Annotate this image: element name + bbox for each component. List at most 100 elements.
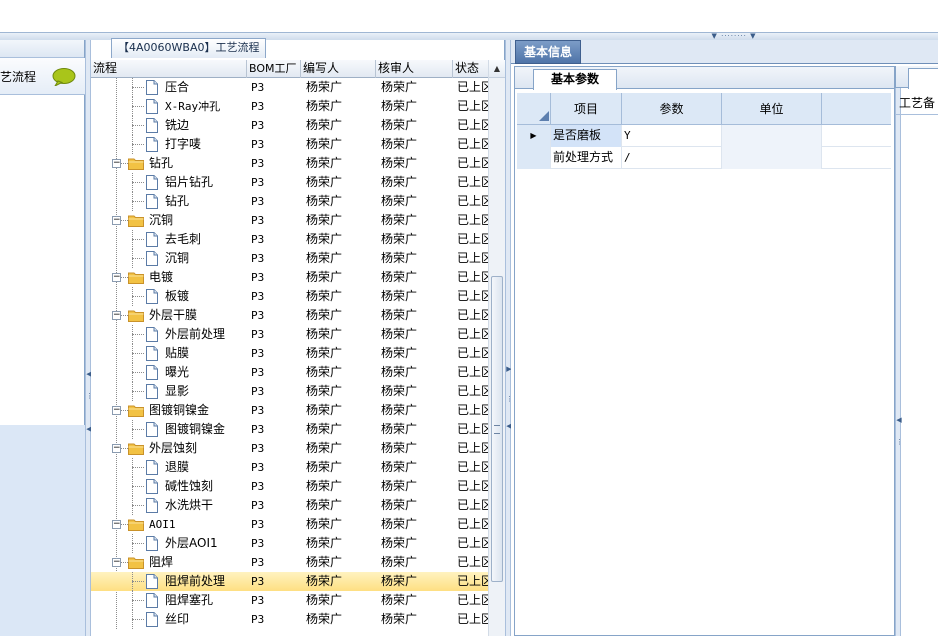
params-row[interactable]: ▶ 是否磨板 Y [517, 125, 891, 147]
tree-node-label: 退膜 [165, 460, 190, 474]
param-unit[interactable] [722, 147, 822, 169]
scroll-thumb[interactable] [491, 276, 503, 582]
collapse-toggle-icon[interactable]: − [112, 273, 121, 282]
collapse-toggle-icon[interactable]: − [112, 406, 121, 415]
tree-row[interactable]: − 图镀铜镍金 P3 杨荣广 杨荣广 已上区 [91, 401, 488, 420]
tab-basic-params[interactable]: 基本参数 [533, 69, 617, 90]
tree-node-label: 沉铜 [149, 213, 174, 227]
scroll-up-arrow-icon[interactable]: ▲ [489, 60, 505, 78]
top-blank-area [0, 0, 938, 32]
tree-row[interactable]: 贴膜 P3 杨荣广 杨荣广 已上区 [91, 344, 488, 363]
tree-row[interactable]: 水洗烘干 P3 杨荣广 杨荣广 已上区 [91, 496, 488, 515]
tree-row[interactable]: − 电镀 P3 杨荣广 杨荣广 已上区 [91, 268, 488, 287]
tree-vertical-scrollbar[interactable]: ▲ [488, 60, 505, 636]
tree-connector-line [132, 619, 144, 620]
tree-row[interactable]: 外层前处理 P3 杨荣广 杨荣广 已上区 [91, 325, 488, 344]
tab-notes[interactable] [908, 68, 938, 89]
column-header-param[interactable]: 参数 [622, 93, 722, 125]
reviewer-cell: 杨荣广 [381, 327, 418, 341]
reviewer-cell: 杨荣广 [381, 251, 418, 265]
writer-cell: 杨荣广 [306, 555, 343, 569]
tree-row[interactable]: 沉铜 P3 杨荣广 杨荣广 已上区 [91, 249, 488, 268]
tree-connector-line [132, 600, 144, 601]
writer-cell: 杨荣广 [306, 365, 343, 379]
collapse-toggle-icon[interactable]: − [112, 216, 121, 225]
tree-row[interactable]: − 阻焊 P3 杨荣广 杨荣广 已上区 [91, 553, 488, 572]
writer-cell: 杨荣广 [306, 479, 343, 493]
params-row[interactable]: 前处理方式 / [517, 147, 891, 169]
tree-node-label: 碱性蚀刻 [165, 479, 214, 493]
tree-row[interactable]: 压合 P3 杨荣广 杨荣广 已上区 [91, 78, 488, 97]
tree-row[interactable]: X-Ray冲孔 P3 杨荣广 杨荣广 已上区 [91, 97, 488, 116]
column-header-status[interactable]: 状态 [453, 60, 488, 78]
reviewer-cell: 杨荣广 [381, 270, 418, 284]
tree-row[interactable]: 铣边 P3 杨荣广 杨荣广 已上区 [91, 116, 488, 135]
tree-connector-line [132, 543, 144, 544]
tree-row[interactable]: − 钻孔 P3 杨荣广 杨荣广 已上区 [91, 154, 488, 173]
tree-row[interactable]: 显影 P3 杨荣广 杨荣广 已上区 [91, 382, 488, 401]
writer-cell: 杨荣广 [306, 422, 343, 436]
left-tab-process-flow[interactable]: 艺流程 [0, 58, 85, 95]
notes-label: 工艺备 [899, 96, 936, 110]
tree-row[interactable]: 钻孔 P3 杨荣广 杨荣广 已上区 [91, 192, 488, 211]
tree-row[interactable]: − AOI1 P3 杨荣广 杨荣广 已上区 [91, 515, 488, 534]
column-header-bom[interactable]: BOM工厂 [247, 60, 301, 78]
folder-icon [128, 310, 144, 322]
document-icon [146, 536, 158, 551]
tree-node-label: 铝片钻孔 [165, 175, 214, 189]
collapse-toggle-icon[interactable]: − [112, 444, 121, 453]
tree-connector-line [132, 467, 144, 468]
tree-row[interactable]: 图镀铜镍金 P3 杨荣广 杨荣广 已上区 [91, 420, 488, 439]
params-container: 基本参数 项目 参数 单位 ▶ 是否磨板 Y 前处理方式 / [514, 66, 895, 636]
tree-row[interactable]: 打字唛 P3 杨荣广 杨荣广 已上区 [91, 135, 488, 154]
tree-panel-tab[interactable]: 【4A0060WBA0】工艺流程 [111, 38, 267, 58]
reviewer-cell: 杨荣广 [381, 460, 418, 474]
tree-row[interactable]: 曝光 P3 杨荣广 杨荣广 已上区 [91, 363, 488, 382]
writer-cell: 杨荣广 [306, 213, 343, 227]
status-cell: 已上区 [457, 517, 488, 531]
tree-node-label: 铣边 [165, 118, 190, 132]
tree-row[interactable]: 阻焊前处理 P3 杨荣广 杨荣广 已上区 [91, 572, 488, 591]
tree-node-label: 沉铜 [165, 251, 190, 265]
param-item[interactable]: 是否磨板 [551, 125, 622, 147]
param-item[interactable]: 前处理方式 [551, 147, 622, 169]
tree-node-label: 钻孔 [149, 156, 174, 170]
left-tab-label: 艺流程 [0, 70, 37, 84]
param-unit[interactable] [722, 125, 822, 147]
right-splitter[interactable]: ◀ ⋮ [895, 66, 903, 636]
writer-cell: 杨荣广 [306, 308, 343, 322]
column-header-writer[interactable]: 编写人 [301, 60, 376, 78]
tree-row[interactable]: 丝印 P3 杨荣广 杨荣广 已上区 [91, 610, 488, 629]
tree-row[interactable]: 退膜 P3 杨荣广 杨荣广 已上区 [91, 458, 488, 477]
column-header-process[interactable]: 流程 [91, 60, 247, 78]
tab-basic-info[interactable]: 基本信息 [515, 40, 581, 64]
bom-cell: P3 [251, 290, 265, 303]
tree-row[interactable]: 碱性蚀刻 P3 杨荣广 杨荣广 已上区 [91, 477, 488, 496]
tree-row[interactable]: − 外层干膜 P3 杨荣广 杨荣广 已上区 [91, 306, 488, 325]
tree-connector-line [132, 182, 144, 183]
top-splitter-grip[interactable]: ▼ ········ ▼ [702, 33, 766, 40]
status-cell: 已上区 [457, 574, 488, 588]
tree-row[interactable]: 铝片钻孔 P3 杨荣广 杨荣广 已上区 [91, 173, 488, 192]
tree-row[interactable]: 外层AOI1 P3 杨荣广 杨荣广 已上区 [91, 534, 488, 553]
param-value[interactable]: / [622, 147, 722, 169]
splitter-arrow-icon: ◀ [896, 416, 902, 424]
writer-cell: 杨荣广 [306, 536, 343, 550]
tree-row[interactable]: − 外层蚀刻 P3 杨荣广 杨荣广 已上区 [91, 439, 488, 458]
writer-cell: 杨荣广 [306, 270, 343, 284]
tree-row[interactable]: 阻焊塞孔 P3 杨荣广 杨荣广 已上区 [91, 591, 488, 610]
column-header-unit[interactable]: 单位 [722, 93, 822, 125]
collapse-toggle-icon[interactable]: − [112, 558, 121, 567]
status-cell: 已上区 [457, 365, 488, 379]
collapse-toggle-icon[interactable]: − [112, 311, 121, 320]
tree-row[interactable]: 板镀 P3 杨荣广 杨荣广 已上区 [91, 287, 488, 306]
column-header-reviewer[interactable]: 核审人 [376, 60, 453, 78]
reviewer-cell: 杨荣广 [381, 517, 418, 531]
collapse-toggle-icon[interactable]: − [112, 159, 121, 168]
tree-row[interactable]: 去毛刺 P3 杨荣广 杨荣广 已上区 [91, 230, 488, 249]
tree-row[interactable]: − 沉铜 P3 杨荣广 杨荣广 已上区 [91, 211, 488, 230]
column-header-item[interactable]: 项目 [551, 93, 622, 125]
collapse-toggle-icon[interactable]: − [112, 520, 121, 529]
folder-icon [128, 405, 144, 417]
param-value[interactable]: Y [622, 125, 722, 147]
